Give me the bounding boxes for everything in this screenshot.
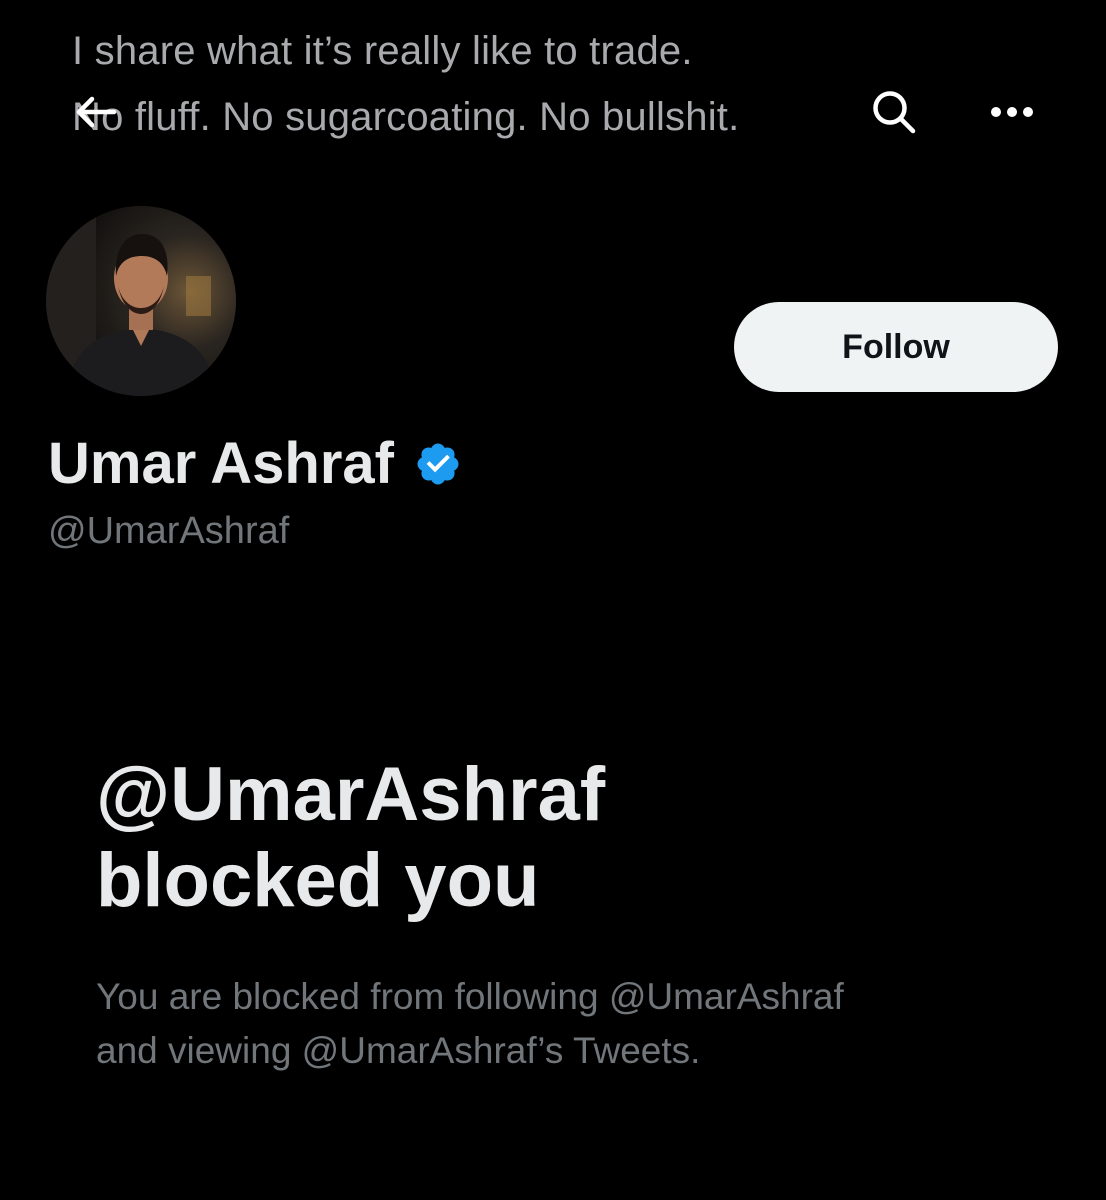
more-button[interactable] [986, 94, 1038, 130]
more-horizontal-icon [991, 107, 1033, 117]
follow-button[interactable]: Follow [734, 302, 1058, 392]
blocked-desc-line-1: You are blocked from following @UmarAshr… [96, 976, 844, 1017]
blocked-title: @UmarAshraf blocked you [96, 752, 996, 924]
search-icon [873, 91, 916, 134]
profile-handle: @UmarAshraf [48, 510, 290, 552]
avatar-photo [46, 206, 236, 396]
blocked-description: You are blocked from following @UmarAshr… [96, 970, 1036, 1078]
profile-name-row: Umar Ashraf [48, 430, 462, 497]
blocked-title-line-1: @UmarAshraf [96, 752, 606, 837]
search-button[interactable] [866, 84, 922, 140]
bio-line-1: I share what it’s really like to trade. [72, 29, 693, 73]
blocked-title-line-2: blocked you [96, 838, 540, 923]
avatar[interactable] [46, 206, 236, 396]
blocked-desc-line-2: and viewing @UmarAshraf’s Tweets. [96, 1030, 701, 1071]
display-name: Umar Ashraf [48, 431, 394, 496]
back-button[interactable] [72, 88, 120, 136]
bio-line-2: No fluff. No sugarcoating. No bullshit. [72, 95, 740, 139]
verified-badge-icon [417, 443, 459, 484]
arrow-left-icon [76, 96, 117, 128]
banner-bio-text: I share what it’s really like to trade. … [72, 18, 932, 150]
